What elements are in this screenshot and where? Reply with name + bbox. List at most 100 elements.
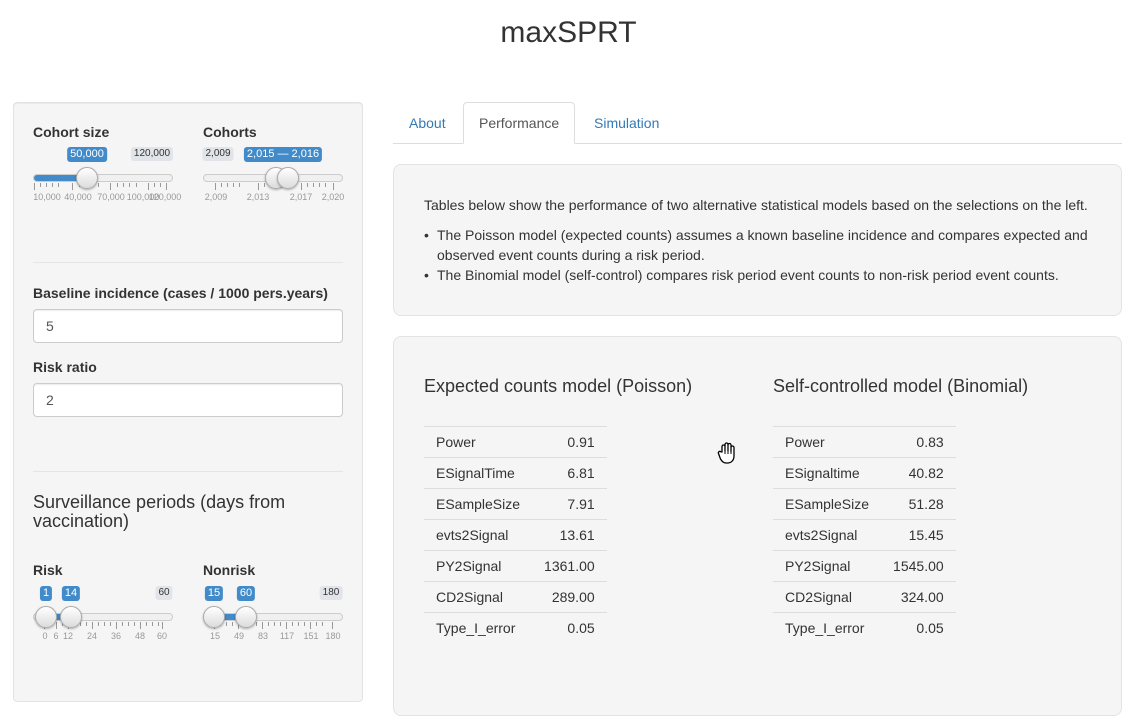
- metric-value: 40.82: [881, 457, 956, 489]
- slider-value-badge: 50,000: [67, 147, 107, 162]
- poisson-table: Power 0.91 ESignalTime 6.81 ESampleSize 7.91 e…: [424, 426, 607, 644]
- slider-tick-label: 10,000: [33, 192, 61, 202]
- bullet-text: The Binomial model (self-control) compar…: [437, 267, 1059, 283]
- metric-name: Type_I_error: [424, 612, 533, 644]
- table-row: Power 0.83: [773, 426, 956, 458]
- tab-bar: About Performance Simulation: [393, 102, 1122, 144]
- poisson-model-title: Expected counts model (Poisson): [424, 376, 693, 396]
- slider-tick-label: 2,017: [289, 192, 313, 202]
- bullet-text: The Poisson model (expected counts) assu…: [437, 227, 1088, 263]
- metric-value: 289.00: [532, 581, 607, 613]
- slider-max-badge: 120,000: [130, 147, 174, 161]
- metric-value: 324.00: [881, 581, 956, 613]
- metric-name: Power: [773, 426, 882, 458]
- metric-name: ESignalTime: [424, 457, 533, 489]
- slider-max-badge: 180: [319, 586, 343, 600]
- slider-ticks: [203, 622, 343, 630]
- surveillance-title: Surveillance periods (days from vaccinat…: [33, 492, 286, 531]
- metric-value: 6.81: [532, 457, 607, 489]
- table-row: CD2Signal 289.00: [424, 581, 607, 613]
- table-row: ESignaltime 40.82: [773, 457, 956, 489]
- baseline-incidence-input[interactable]: [33, 309, 343, 343]
- metric-value: 15.45: [881, 519, 956, 551]
- slider-tick-label: 6: [53, 631, 59, 641]
- metric-value: 1361.00: [532, 550, 607, 582]
- binomial-table: Power 0.83 ESignaltime 40.82 ESampleSize 51.2…: [773, 426, 956, 644]
- table-row: PY2Signal 1361.00: [424, 550, 607, 582]
- metric-value: 0.05: [881, 612, 956, 644]
- binomial-model-title: Self-controlled model (Binomial): [773, 376, 1029, 396]
- slider-tick-label: 12: [62, 631, 74, 641]
- tab-performance[interactable]: Performance: [463, 102, 576, 144]
- metric-value: 7.91: [532, 488, 607, 520]
- tab-about[interactable]: About: [393, 102, 462, 144]
- slider-tick-label: 40,000: [64, 192, 92, 202]
- metric-value: 0.05: [532, 612, 607, 644]
- table-row: evts2Signal 13.61: [424, 519, 607, 551]
- nonrisk-range-slider[interactable]: 15 60 180 15 49 83 117 151 180: [203, 586, 343, 652]
- tab-simulation[interactable]: Simulation: [578, 102, 675, 144]
- description-panel: Tables below show the performance of two…: [393, 164, 1122, 316]
- app-title: maxSPRT: [500, 16, 637, 49]
- table-row: ESampleSize 51.28: [773, 488, 956, 520]
- divider: [33, 471, 343, 472]
- slider-tick-label: 70,000: [97, 192, 125, 202]
- slider-handle-high[interactable]: [60, 606, 82, 628]
- divider: [33, 262, 343, 263]
- risk-range-slider[interactable]: 1 14 60 0 6 12 24 36 48 60: [33, 586, 173, 652]
- performance-panel: Expected counts model (Poisson) Power 0.9…: [393, 336, 1122, 716]
- slider-tick-label: 15: [209, 631, 221, 641]
- slider-ticks: [33, 183, 173, 191]
- metric-name: ESampleSize: [773, 488, 882, 520]
- risk-label: Risk: [33, 562, 63, 578]
- slider-tick-label: 2,020: [321, 192, 345, 202]
- slider-handle-high[interactable]: [277, 167, 299, 189]
- table-row: Type_I_error 0.05: [773, 612, 956, 644]
- slider-tick-label: 60: [156, 631, 168, 641]
- slider-tick-label: 48: [134, 631, 146, 641]
- metric-name: CD2Signal: [773, 581, 882, 613]
- risk-ratio-input[interactable]: [33, 383, 343, 417]
- slider-tick-label: 117: [279, 631, 295, 641]
- metric-name: ESampleSize: [424, 488, 533, 520]
- table-row: Type_I_error 0.05: [424, 612, 607, 644]
- slider-tick-label: 180: [325, 631, 341, 641]
- metric-name: evts2Signal: [424, 519, 533, 551]
- slider-tick-label: 36: [110, 631, 122, 641]
- metric-name: ESignaltime: [773, 457, 882, 489]
- cohort-size-slider[interactable]: 50,000 120,000 10,000 40,000 70,000 100,…: [33, 147, 181, 213]
- slider-handle[interactable]: [76, 167, 98, 189]
- metric-name: CD2Signal: [424, 581, 533, 613]
- metric-value: 0.91: [532, 426, 607, 458]
- slider-tick-label: 83: [257, 631, 269, 641]
- slider-tick-label: 49: [233, 631, 245, 641]
- slider-tick-label: 151: [303, 631, 319, 641]
- metric-value: 51.28: [881, 488, 956, 520]
- cohorts-label: Cohorts: [203, 124, 257, 140]
- metric-value: 1545.00: [881, 550, 956, 582]
- table-row: ESampleSize 7.91: [424, 488, 607, 520]
- slider-handle-low[interactable]: [35, 606, 57, 628]
- nonrisk-label: Nonrisk: [203, 562, 256, 578]
- slider-min-badge: 2,009: [202, 147, 234, 161]
- risk-ratio-label: Risk ratio: [33, 359, 97, 375]
- slider-low-badge: 15: [204, 586, 224, 601]
- baseline-incidence-label: Baseline incidence (cases / 1000 pers.ye…: [33, 285, 328, 301]
- slider-tick-label: 2,013: [246, 192, 270, 202]
- slider-handle-low[interactable]: [203, 606, 225, 628]
- table-row: ESignalTime 6.81: [424, 457, 607, 489]
- bullet-icon: •: [424, 267, 429, 283]
- table-row: CD2Signal 324.00: [773, 581, 956, 613]
- cohorts-range-slider[interactable]: 2,009 2,015 — 2,016 2,009 2,013 2,017 2,…: [202, 147, 345, 213]
- slider-tick-label: 0: [42, 631, 48, 641]
- slider-high-badge: 60: [236, 586, 256, 601]
- slider-handle-high[interactable]: [235, 606, 257, 628]
- slider-range-badge: 2,015 — 2,016: [243, 147, 323, 162]
- slider-low-badge: 1: [39, 586, 53, 601]
- slider-high-badge: 14: [61, 586, 81, 601]
- cohort-size-label: Cohort size: [33, 124, 110, 140]
- slider-max-badge: 60: [155, 586, 173, 600]
- slider-tick-label: 24: [86, 631, 98, 641]
- metric-name: Power: [424, 426, 533, 458]
- table-row: evts2Signal 15.45: [773, 519, 956, 551]
